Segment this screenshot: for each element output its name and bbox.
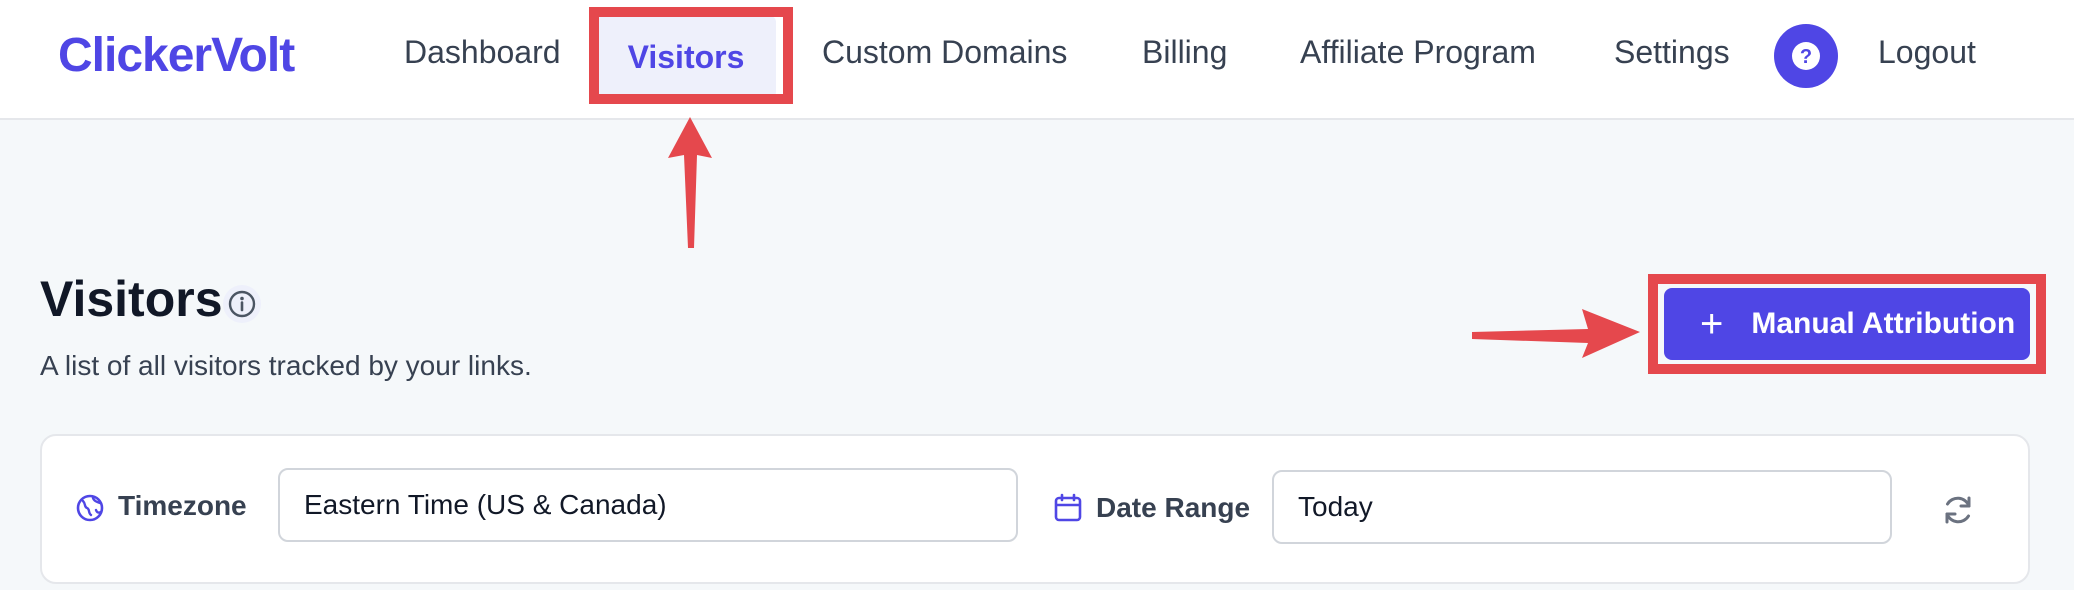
manual-attribution-button[interactable]: + Manual Attribution <box>1664 288 2030 360</box>
date-range-select[interactable]: Today <box>1272 470 1892 544</box>
svg-text:?: ? <box>1800 46 1812 68</box>
nav-settings[interactable]: Settings <box>1614 34 1730 71</box>
timezone-value: Eastern Time (US & Canada) <box>304 489 667 520</box>
question-icon: ? <box>1792 42 1820 70</box>
nav-custom-domains[interactable]: Custom Domains <box>822 34 1067 71</box>
brand-logo[interactable]: ClickerVolt <box>58 28 295 83</box>
nav-logout[interactable]: Logout <box>1878 34 1976 71</box>
arrow-right-annotation <box>1472 309 1640 358</box>
timezone-label: Timezone <box>118 490 247 521</box>
timezone-select[interactable]: Eastern Time (US & Canada) <box>278 468 1018 542</box>
plus-icon: + <box>1700 302 1724 346</box>
date-range-value: Today <box>1298 491 1373 522</box>
nav-visitors[interactable]: Visitors <box>596 16 776 98</box>
nav-visitors-label: Visitors <box>627 38 745 75</box>
manual-attribution-label: Manual Attribution <box>1751 307 2016 340</box>
nav-dashboard[interactable]: Dashboard <box>404 34 561 71</box>
nav-affiliate-program[interactable]: Affiliate Program <box>1300 34 1536 71</box>
info-icon[interactable] <box>222 284 262 324</box>
help-button[interactable]: ? <box>1774 24 1838 88</box>
top-navigation: ClickerVolt Dashboard Visitors Custom Do… <box>0 0 2074 120</box>
calendar-icon <box>1054 493 1082 522</box>
nav-billing[interactable]: Billing <box>1142 34 1227 71</box>
arrow-up-annotation <box>668 117 712 248</box>
date-range-label: Date Range <box>1096 492 1251 523</box>
globe-icon <box>76 494 104 522</box>
page-subtitle: A list of all visitors tracked by your l… <box>40 350 532 381</box>
refresh-icon[interactable] <box>1940 492 1976 528</box>
page-title: Visitors <box>40 271 223 327</box>
